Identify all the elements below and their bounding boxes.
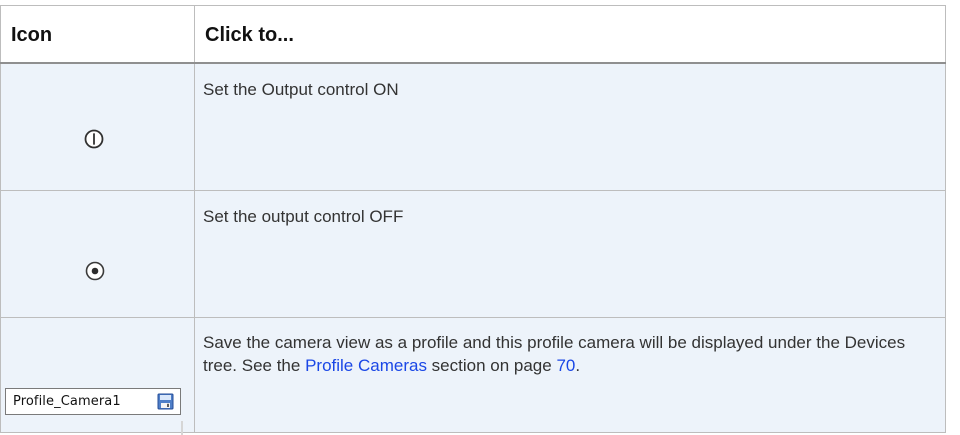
documentation-table-wrapper: Icon Click to... Set the Output control … bbox=[0, 0, 960, 435]
description-cell: Set the output control OFF bbox=[194, 190, 946, 318]
table-row: Set the output control OFF bbox=[0, 190, 946, 318]
header-cell-icon: Icon bbox=[0, 5, 195, 64]
table-row: Profile_Camera1 Save the camera view as … bbox=[0, 317, 946, 435]
icon-cell-output-on bbox=[0, 62, 195, 191]
description-save-profile: Save the camera view as a profile and th… bbox=[195, 318, 945, 377]
header-label-icon: Icon bbox=[11, 24, 53, 46]
save-profile-icon[interactable] bbox=[157, 393, 174, 410]
description-page-text: section on page bbox=[426, 356, 552, 375]
description-output-on: Set the Output control ON bbox=[203, 80, 399, 99]
description-output-off: Set the output control OFF bbox=[203, 207, 404, 226]
profile-camera-name-value: Profile_Camera1 bbox=[13, 394, 121, 409]
output-on-icon bbox=[82, 127, 106, 151]
table-header-row: Icon Click to... bbox=[0, 5, 946, 64]
page-70-link[interactable]: 70 bbox=[556, 356, 575, 375]
icon-actions-table: Icon Click to... Set the Output control … bbox=[0, 5, 946, 435]
profile-cameras-link[interactable]: Profile Cameras bbox=[305, 356, 427, 375]
description-cell: Save the camera view as a profile and th… bbox=[194, 317, 946, 433]
profile-camera-name-field[interactable]: Profile_Camera1 bbox=[5, 388, 181, 415]
output-off-icon bbox=[84, 260, 106, 282]
header-label-click-to: Click to... bbox=[205, 24, 294, 46]
icon-cell-output-off bbox=[0, 190, 195, 318]
header-cell-click-to: Click to... bbox=[194, 5, 946, 64]
description-period: . bbox=[575, 356, 581, 375]
description-cell: Set the Output control ON bbox=[194, 62, 946, 191]
table-row: Set the Output control ON bbox=[0, 62, 946, 191]
cropped-border-fragment bbox=[181, 421, 183, 435]
icon-cell-save-profile: Profile_Camera1 bbox=[0, 317, 195, 435]
